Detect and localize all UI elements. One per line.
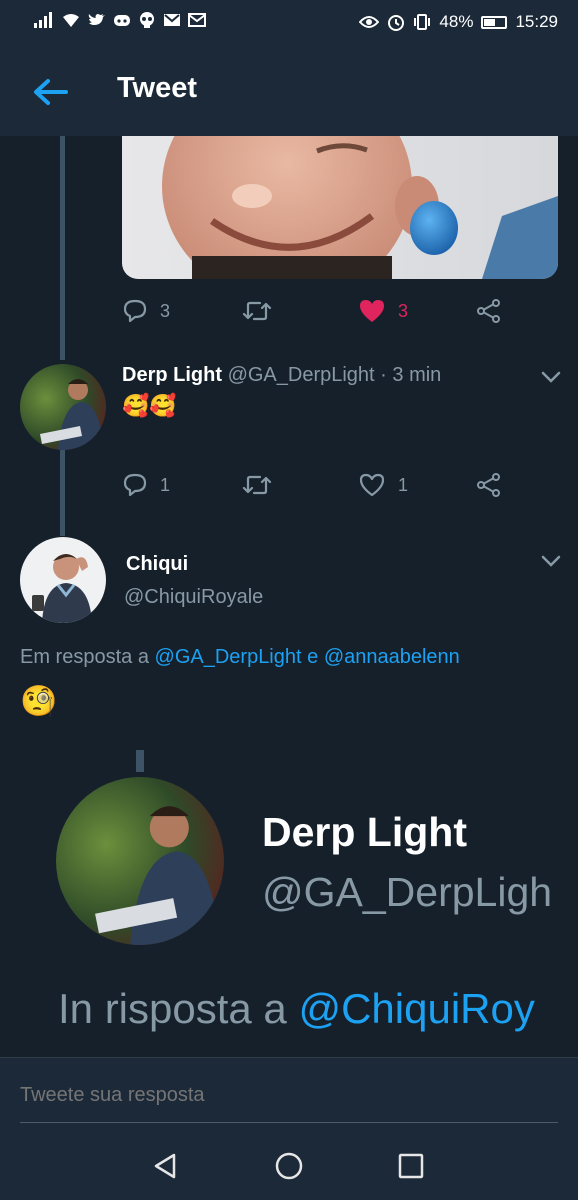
page-title: Tweet	[117, 72, 198, 104]
mention-link[interactable]: @GA_DerpLight	[155, 646, 302, 668]
battery-icon	[481, 15, 508, 29]
author-handle[interactable]: @ChiquiRoyale	[124, 586, 263, 609]
like-button[interactable]: 3	[358, 298, 408, 324]
mention-link[interactable]: @annaabelenn	[324, 646, 460, 668]
retweet-button[interactable]	[242, 472, 284, 498]
share-icon	[477, 473, 500, 497]
author-name[interactable]: Chiqui	[126, 553, 188, 576]
status-bar: 48% 15:29	[0, 0, 578, 44]
share-button[interactable]	[476, 298, 502, 324]
avatar[interactable]	[20, 537, 106, 623]
avatar-image	[20, 364, 106, 450]
discord-icon	[114, 15, 130, 26]
like-count: 3	[398, 300, 409, 321]
embedded-replying-to-label: In risposta a	[58, 985, 287, 1032]
gmail-icon	[164, 14, 180, 26]
like-count: 1	[398, 474, 409, 495]
wifi-icon	[63, 14, 79, 27]
reply-button[interactable]: 3	[122, 298, 170, 324]
reply-input[interactable]	[20, 1084, 558, 1107]
input-underline	[20, 1122, 558, 1123]
mention-joiner: e	[307, 646, 319, 668]
thread-connector	[60, 136, 65, 360]
heart-filled-icon	[360, 300, 384, 322]
twitter-bird-icon	[88, 14, 105, 25]
tweet-time: · 3 min	[380, 364, 442, 386]
eye-icon	[359, 16, 380, 28]
mail-icon	[188, 13, 206, 27]
back-button[interactable]	[30, 72, 70, 112]
reply-count: 3	[160, 300, 171, 321]
clock: 15:29	[515, 12, 558, 31]
top-app-bar: Tweet	[0, 44, 578, 136]
thread-connector	[60, 450, 65, 536]
nav-back-icon[interactable]	[150, 1150, 182, 1182]
author-handle[interactable]: @GA_DerpLight	[228, 364, 375, 386]
chevron-down-icon[interactable]	[540, 554, 562, 568]
nav-home-icon[interactable]	[273, 1150, 305, 1182]
share-icon	[477, 299, 500, 323]
tweet-text: 🥰🥰	[122, 394, 177, 419]
tweet-header: Derp Light @GA_DerpLight · 3 min	[122, 364, 441, 387]
alarm-icon	[388, 15, 405, 31]
status-bar-system: 48% 15:29	[359, 12, 558, 32]
author-name[interactable]: Derp Light	[122, 364, 222, 386]
embedded-replying-to: In risposta a @ChiquiRoy	[58, 985, 535, 1033]
tweet-photo[interactable]	[122, 136, 558, 279]
replying-to: Em resposta a @GA_DerpLight e @annaabele…	[20, 646, 460, 669]
retweet-icon	[242, 475, 272, 495]
embedded-author-name: Derp Light	[262, 809, 467, 855]
avatar	[56, 777, 224, 945]
reply-count: 1	[160, 474, 171, 495]
retweet-icon	[242, 301, 272, 321]
thread-connector	[136, 750, 144, 772]
retweet-button[interactable]	[242, 298, 284, 324]
back-arrow-icon	[34, 79, 68, 105]
battery-percent: 48%	[439, 12, 474, 31]
status-bar-notifications	[34, 12, 206, 28]
reply-icon	[123, 473, 147, 497]
vibrate-icon	[414, 14, 431, 30]
like-button[interactable]: 1	[358, 472, 408, 498]
reply-button[interactable]: 1	[122, 472, 170, 498]
chevron-down-icon[interactable]	[540, 370, 562, 384]
signal-icon	[34, 12, 52, 28]
avatar[interactable]	[20, 364, 106, 450]
nav-recents-icon[interactable]	[395, 1150, 427, 1182]
embedded-mention-link: @ChiquiRoy	[298, 985, 535, 1032]
embedded-tweet-card[interactable]: Derp Light @GA_DerpLigh In risposta a @C…	[0, 745, 578, 1057]
skull-icon	[140, 12, 154, 28]
reply-composer	[0, 1057, 578, 1132]
system-nav-bar	[0, 1132, 578, 1200]
avatar-image	[56, 777, 224, 945]
reply-icon	[123, 299, 147, 323]
tweet-text: 🧐	[20, 684, 58, 719]
replying-to-label: Em resposta a	[20, 646, 149, 668]
embedded-author-handle: @GA_DerpLigh	[262, 869, 553, 915]
share-button[interactable]	[476, 472, 502, 498]
photo-image	[122, 136, 558, 279]
avatar-image	[20, 537, 106, 623]
heart-outline-icon	[359, 473, 385, 497]
